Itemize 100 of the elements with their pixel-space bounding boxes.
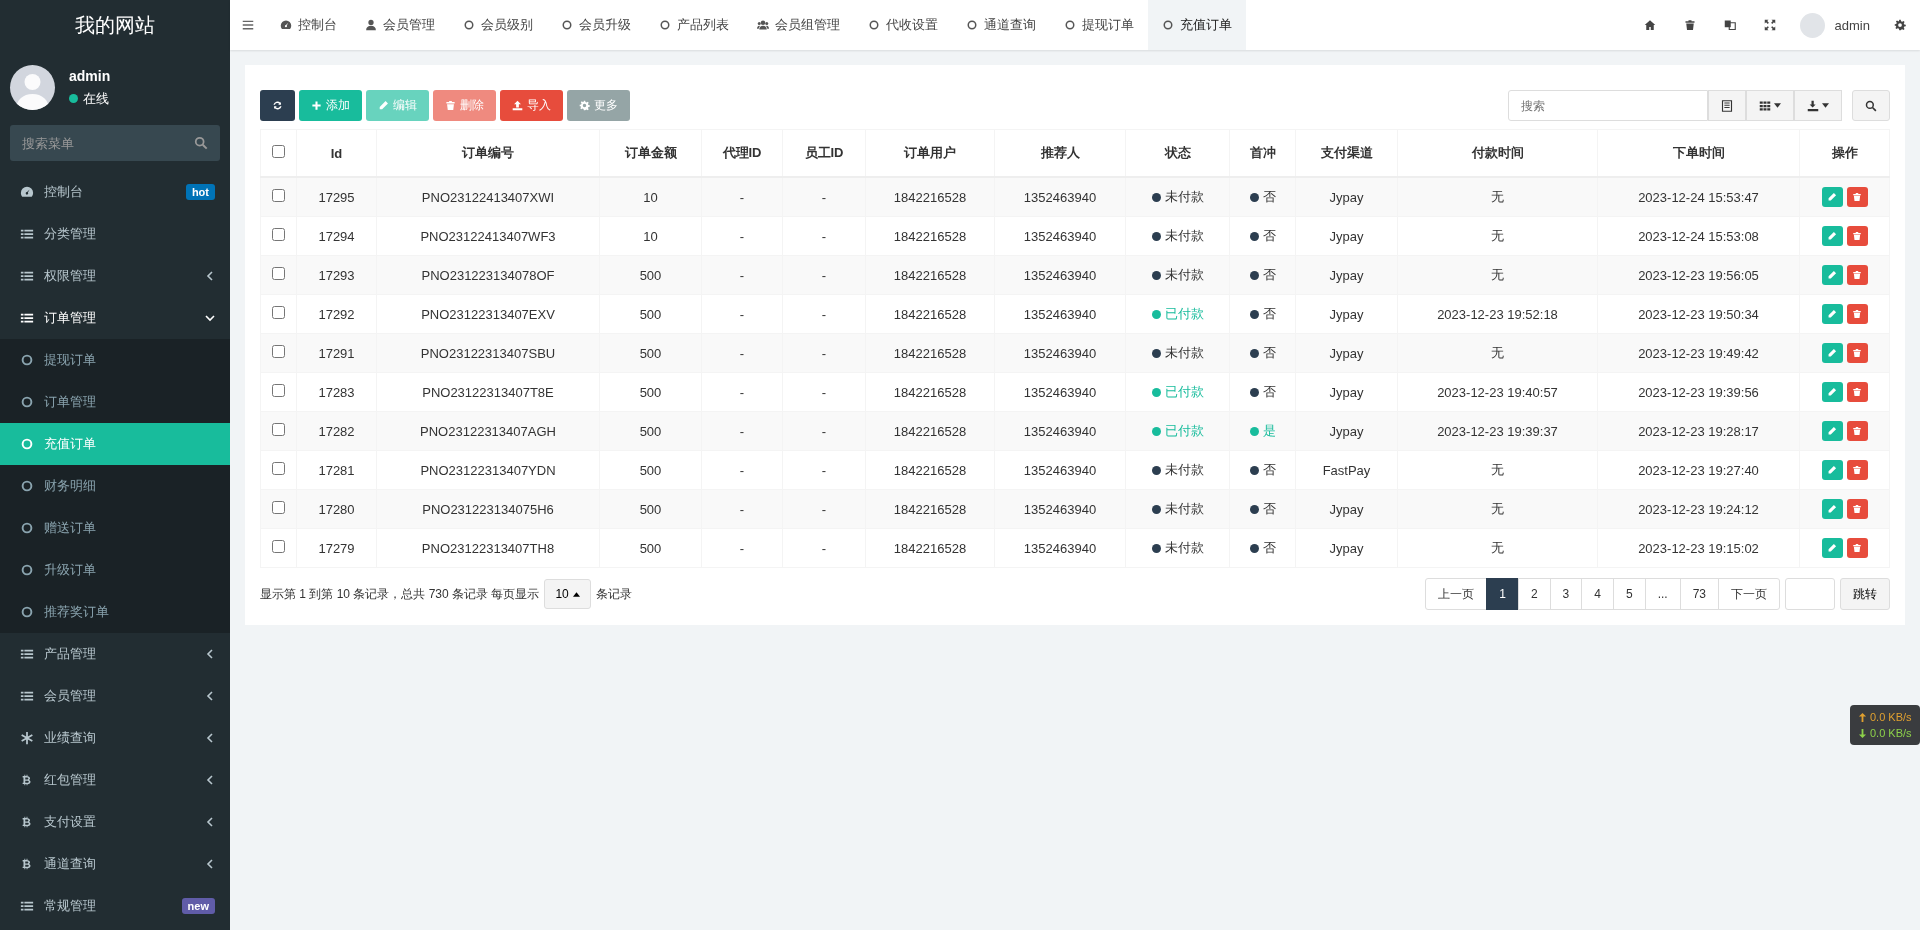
delete-row-button[interactable] (1846, 265, 1868, 285)
row-checkbox[interactable] (272, 189, 285, 202)
table-cell: FastPay (1295, 450, 1398, 490)
list-icon (20, 899, 34, 913)
nav-tab[interactable]: 产品列表 (645, 0, 743, 50)
sidebar-subitem[interactable]: 财务明细 (0, 465, 230, 507)
status-text: 已付款 (1164, 422, 1204, 440)
nav-tab[interactable]: 通道查询 (952, 0, 1050, 50)
sidebar-item[interactable]: 分类管理 (44, 225, 215, 243)
trash-icon (1852, 231, 1862, 241)
search-button[interactable] (1852, 90, 1890, 121)
user-name: admin (69, 67, 111, 84)
table-cell: PNO23122313407TH8 (376, 528, 600, 568)
row-checkbox[interactable] (272, 384, 285, 397)
next-page-link[interactable]: 下一页 (1718, 578, 1780, 610)
sidebar-item[interactable]: 支付设置 (44, 813, 195, 831)
top-user-name[interactable]: admin (1834, 17, 1870, 33)
delete-row-button[interactable] (1846, 343, 1868, 363)
sidebar-item[interactable]: 产品管理 (44, 645, 195, 663)
prev-page-link[interactable]: 上一页 (1425, 578, 1488, 610)
jump-button[interactable]: 跳转 (1840, 578, 1890, 610)
table-cell: Jypay (1295, 411, 1398, 451)
first-charge-text: 否 (1262, 266, 1276, 284)
nav-tab[interactable]: 会员级别 (449, 0, 547, 50)
row-checkbox[interactable] (272, 267, 285, 280)
first-charge-text: 否 (1262, 500, 1276, 518)
edit-row-button[interactable] (1821, 538, 1843, 558)
edit-row-button[interactable] (1821, 382, 1843, 402)
page-link[interactable]: 5 (1612, 578, 1646, 610)
sidebar-item[interactable]: 红包管理 (44, 771, 195, 789)
nav-tab[interactable]: 充值订单 (1148, 0, 1246, 50)
toggle-view-button[interactable] (1708, 90, 1746, 121)
page-link[interactable]: 73 (1679, 578, 1719, 610)
circle-icon (463, 19, 475, 31)
nav-tab[interactable]: 会员组管理 (743, 0, 854, 50)
row-checkbox[interactable] (272, 228, 285, 241)
edit-row-button[interactable] (1821, 421, 1843, 441)
export-button[interactable] (1794, 90, 1842, 121)
nav-tab[interactable]: 会员管理 (351, 0, 449, 50)
table-cell: 无 (1397, 255, 1598, 295)
sidebar-item[interactable]: 会员管理 (44, 687, 195, 705)
row-checkbox[interactable] (272, 306, 285, 319)
settings-icon (1894, 19, 1906, 31)
table-cell: PNO23122313407AGH (376, 411, 600, 451)
table-cell: PNO231223134075H6 (376, 489, 600, 529)
pencil-icon (1827, 348, 1837, 358)
sidebar-item[interactable]: 通道查询 (44, 855, 195, 873)
nav-tab[interactable]: 会员升级 (547, 0, 645, 50)
page-size-select[interactable]: 10 (544, 579, 591, 609)
edit-row-button[interactable] (1821, 343, 1843, 363)
edit-row-button[interactable] (1821, 304, 1843, 324)
sidebar-item[interactable]: 订单管理 (44, 309, 195, 327)
columns-button[interactable] (1746, 90, 1794, 121)
table-cell: 1352463940 (994, 294, 1126, 334)
delete-row-button[interactable] (1846, 460, 1868, 480)
sidebar-item[interactable]: 控制台 (44, 183, 176, 201)
row-checkbox[interactable] (272, 345, 285, 358)
refresh-button[interactable] (260, 90, 295, 121)
row-checkbox[interactable] (272, 423, 285, 436)
nav-tab[interactable]: 代收设置 (854, 0, 952, 50)
delete-row-button[interactable] (1846, 226, 1868, 246)
edit-row-button[interactable] (1821, 499, 1843, 519)
menu-search-field[interactable]: 搜索菜单 (10, 125, 220, 161)
row-checkbox[interactable] (272, 462, 285, 475)
delete-row-button[interactable] (1846, 304, 1868, 324)
edit-row-button[interactable] (1821, 460, 1843, 480)
edit-row-button[interactable] (1821, 187, 1843, 207)
page-link[interactable]: ... (1644, 578, 1681, 610)
page-link[interactable]: 2 (1517, 578, 1551, 610)
nav-tab[interactable]: 提现订单 (1050, 0, 1148, 50)
sidebar-item[interactable]: 权限管理 (44, 267, 195, 285)
sidebar-subitem[interactable]: 推荐奖订单 (0, 591, 230, 633)
select-all-checkbox[interactable] (272, 145, 285, 158)
row-checkbox[interactable] (272, 540, 285, 553)
page-link[interactable]: 4 (1581, 578, 1614, 610)
page-link[interactable]: 1 (1486, 578, 1519, 610)
sidebar-item[interactable]: 常规管理 (44, 897, 172, 915)
delete-row-button[interactable] (1846, 382, 1868, 402)
circle-icon (20, 605, 34, 619)
table-cell: 2023-12-23 19:28:17 (1597, 411, 1800, 451)
delete-row-button[interactable] (1846, 499, 1868, 519)
table-cell: PNO23122313407EXV (376, 294, 600, 334)
edit-row-button[interactable] (1821, 226, 1843, 246)
table-cell: 2023-12-23 19:56:05 (1597, 255, 1800, 295)
search-field[interactable]: 搜索 (1508, 90, 1708, 121)
edit-row-button[interactable] (1821, 265, 1843, 285)
sidebar-subitem[interactable]: 赠送订单 (0, 507, 230, 549)
delete-row-button[interactable] (1846, 538, 1868, 558)
sidebar-subitem[interactable]: 提现订单 (0, 339, 230, 381)
table-cell: - (782, 333, 866, 373)
nav-tab[interactable]: 控制台 (266, 0, 351, 50)
sidebar-subitem[interactable]: 订单管理 (0, 381, 230, 423)
delete-row-button[interactable] (1846, 187, 1868, 207)
sidebar-item[interactable]: 业绩查询 (44, 729, 195, 747)
sidebar-subitem[interactable]: 升级订单 (0, 549, 230, 591)
delete-row-button[interactable] (1846, 421, 1868, 441)
table-cell: 500 (599, 372, 702, 412)
import-button[interactable]: 导入 (500, 90, 563, 121)
row-checkbox[interactable] (272, 501, 285, 514)
page-jump-field[interactable] (1785, 578, 1835, 610)
